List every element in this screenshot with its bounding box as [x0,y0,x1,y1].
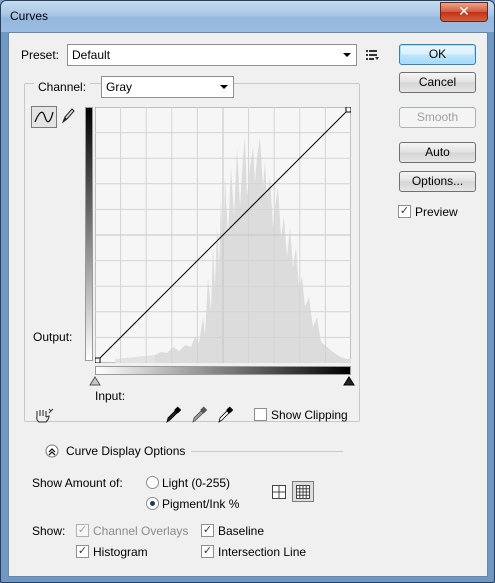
channel-label: Channel: [34,80,91,94]
curve-tool-button[interactable] [31,106,57,128]
detailed-grid-button[interactable] [292,481,314,502]
output-gradient-bar [85,107,93,361]
channel-dropdown[interactable]: Gray [101,76,234,98]
divider [191,451,343,452]
black-point-slider[interactable] [89,376,101,386]
cancel-button[interactable]: Cancel [399,72,476,93]
dialog-client-area: Preset: Default Channel: Gray Output: In… [8,32,488,577]
pigment-ink-radio-label: Pigment/Ink % [162,497,240,511]
black-eyedropper-icon[interactable] [165,406,181,424]
collapse-chevron-icon[interactable] [45,444,59,458]
output-label: Output: [33,330,73,344]
curves-dialog-window: Curves ✕ Preset: Default Channel: Gray O… [0,0,495,583]
pigment-ink-radio[interactable] [146,497,159,510]
baseline-label: Baseline [218,524,265,538]
light-radio[interactable] [146,476,159,489]
white-point-slider[interactable] [343,376,355,386]
auto-button[interactable]: Auto [399,142,476,163]
smooth-button[interactable]: Smooth [399,107,476,128]
show-clipping-label: Show Clipping [271,408,348,422]
white-eyedropper-icon[interactable] [217,406,233,424]
gray-eyedropper-icon[interactable] [191,406,207,424]
histogram-checkbox[interactable]: ✓ [76,545,89,558]
simple-grid-icon[interactable] [271,484,287,500]
options-button[interactable]: Options... [399,171,476,192]
preview-label: Preview [415,205,458,219]
title-bar[interactable]: Curves ✕ [1,1,494,32]
curve-point-black [95,357,101,363]
curve-display-options-label[interactable]: Curve Display Options [66,444,185,458]
curve-point-icon [34,111,54,123]
close-button[interactable]: ✕ [440,2,488,22]
intersection-line-label: Intersection Line [218,545,307,559]
histogram-label: Histogram [93,545,148,559]
window-title: Curves [10,9,49,23]
input-gradient-bar [95,366,351,375]
detailed-grid-icon [296,485,310,499]
channel-overlays-checkbox[interactable]: ✓ [76,524,89,537]
input-label: Input: [95,389,126,403]
curve-point-white [345,107,351,113]
baseline-checkbox[interactable]: ✓ [201,524,214,537]
preset-options-icon[interactable] [366,49,380,61]
intersection-line-checkbox[interactable]: ✓ [201,545,214,558]
preset-label: Preset: [21,48,60,62]
show-clipping-checkbox[interactable] [254,408,267,421]
channel-overlays-label: Channel Overlays [93,524,189,538]
show-label: Show: [32,524,66,538]
preset-value: Default [72,48,111,62]
light-radio-label: Light (0-255) [162,476,231,490]
channel-value: Gray [106,80,133,94]
ok-button[interactable]: OK [399,44,476,65]
hand-adjust-icon[interactable] [33,407,55,425]
curve-graph[interactable] [95,107,351,363]
preset-dropdown[interactable]: Default [67,44,357,66]
show-amount-label: Show Amount of: [32,476,123,490]
chevron-down-icon [220,85,228,89]
pencil-icon[interactable] [60,107,76,125]
preview-checkbox[interactable]: ✓ [398,205,411,218]
chevron-down-icon [343,53,351,57]
